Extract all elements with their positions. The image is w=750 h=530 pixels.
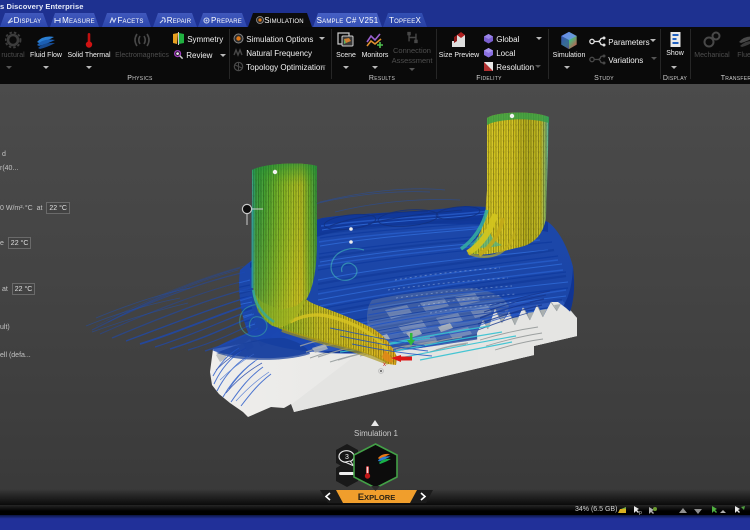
svg-text:EXPLORE: EXPLORE <box>358 492 396 503</box>
svg-text:3: 3 <box>345 454 349 461</box>
svg-text:x: x <box>383 362 386 368</box>
